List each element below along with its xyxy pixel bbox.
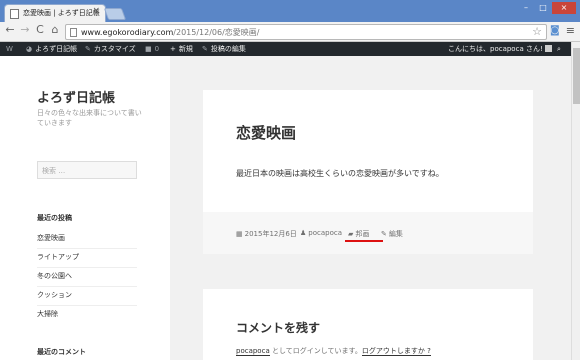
post-author[interactable]: ♟ pocapoca [300,229,342,237]
browser-window: 恋愛映画 | よろず日記帳 × – □ × ← → C ⌂ www.egokor… [0,0,580,360]
list-item[interactable]: 冬の公園へ [37,269,137,287]
post-category-label: 邦画 [355,230,370,238]
home-icon[interactable]: ⌂ [48,23,62,36]
browser-tab[interactable]: 恋愛映画 | よろず日記帳 × [4,4,106,22]
profile-link[interactable]: pocapoca [236,347,270,356]
list-item[interactable]: 恋愛映画 [37,231,137,249]
search-input[interactable]: 検索 … [37,161,137,179]
post-card: 恋愛映画 最近日本の映画は高校生くらいの恋愛映画が多いですね。 ▦ 2015年12… [203,90,533,254]
adminbar-edit-post-label: 投稿の編集 [210,45,246,53]
adminbar-edit-post[interactable]: ✎ 投稿の編集 [202,43,246,55]
wp-admin-bar: W ◕ よろず日記帳 ✎ カスタマイズ ■ 0 + 新規 ✎ 投稿の編集 こんにちは、po… [0,42,571,56]
maximize-button[interactable]: □ [535,2,551,14]
url-path: /2015/12/06/恋愛映画/ [173,28,260,37]
sidebar: よろず日記帳 日々の色々な出来事について書いていきます 検索 … 最近の投稿 恋… [0,56,170,360]
wordpress-logo-icon[interactable]: W [6,43,16,55]
back-icon[interactable]: ← [3,23,17,36]
logged-in-note: pocapoca としてログインしています。ログアウトしますか ? [236,346,431,356]
wp-logo-glyph: W [6,45,13,53]
adminbar-greeting: こんにちは、pocapoca さん! [448,45,543,53]
adminbar-site-name[interactable]: ◕ よろず日記帳 [26,43,77,55]
browser-toolbar: ← → C ⌂ www.egokorodiary.com/2015/12/06/… [0,22,580,42]
post-meta: ▦ 2015年12月6日 ♟ pocapoca ▰ 邦画 ✎ 編集 [203,212,533,254]
browser-menu-icon[interactable]: ≡ [566,24,575,37]
folder-icon: ▰ [348,230,354,238]
url-text: www.egokorodiary.com/2015/12/06/恋愛映画/ [81,27,260,38]
adminbar-customize[interactable]: ✎ カスタマイズ [85,43,136,55]
scrollbar-thumb[interactable] [573,48,580,104]
window-controls: – □ × [518,2,576,14]
highlight-underline [345,240,383,242]
forward-icon[interactable]: → [18,23,32,36]
close-window-button[interactable]: × [552,2,576,14]
adminbar-new[interactable]: + 新規 [170,43,193,55]
dashboard-icon: ◕ [26,45,33,53]
tab-title: 恋愛映画 | よろず日記帳 [23,9,100,17]
url-host: www.egokorodiary.com [81,28,174,37]
recent-comments-title: 最近のコメント [37,348,86,356]
post-author-label: pocapoca [308,229,343,237]
adminbar-comments-count: 0 [154,45,160,53]
page-scrollbar[interactable] [571,42,580,360]
post-body: 最近日本の映画は高校生くらいの恋愛映画が多いですね。 [236,169,444,178]
adminbar-site-name-label: よろず日記帳 [35,45,78,53]
search-placeholder: 検索 … [42,167,66,175]
page-viewport: よろず日記帳 日々の色々な出来事について書いていきます 検索 … 最近の投稿 恋… [0,56,571,360]
post-date-label: 2015年12月6日 [244,230,297,238]
page-icon [10,9,19,19]
site-description: 日々の色々な出来事について書いていきます [37,109,142,127]
adminbar-customize-label: カスタマイズ [93,45,136,53]
plus-icon: + [170,45,176,53]
new-tab-button[interactable] [103,8,127,20]
calendar-icon: ▦ [236,230,243,238]
pencil-icon: ✎ [381,230,387,238]
comments-card: コメントを残す pocapoca としてログインしています。ログアウトしますか … [203,289,533,360]
post-category[interactable]: ▰ 邦画 [348,229,369,239]
logged-in-text: としてログインしています。 [269,347,362,355]
recent-posts-title: 最近の投稿 [37,214,72,222]
adminbar-comments[interactable]: ■ 0 [145,43,159,55]
list-item[interactable]: ライトアップ [37,250,137,268]
comment-bubble-icon: ■ [145,45,152,53]
list-item[interactable]: 大掃除 [37,307,137,325]
comment-form-title: コメントを残す [236,321,321,335]
page-info-icon[interactable] [70,28,77,37]
post-title: 恋愛映画 [236,124,297,142]
adminbar-search-icon[interactable]: ⌕ [557,43,561,55]
bookmark-star-icon[interactable]: ☆ [532,25,542,38]
logout-link[interactable]: ログアウトしますか ? [361,347,431,356]
minimize-button[interactable]: – [518,2,534,14]
post-edit-label: 編集 [388,230,403,238]
address-bar[interactable]: www.egokorodiary.com/2015/12/06/恋愛映画/ ☆ [65,24,547,40]
site-title[interactable]: よろず日記帳 [37,87,115,106]
extension-icon[interactable]: ◙ [550,25,560,36]
list-item[interactable]: クッション [37,288,137,306]
post-edit-link[interactable]: ✎ 編集 [381,229,403,239]
post-date[interactable]: ▦ 2015年12月6日 [236,229,297,239]
recent-posts-list: 恋愛映画 ライトアップ 冬の公園へ クッション 大掃除 [37,231,137,326]
adminbar-account[interactable]: こんにちは、pocapoca さん! [448,43,552,55]
person-icon: ♟ [300,229,307,237]
pencil-icon: ✎ [202,45,208,53]
tab-close-icon[interactable]: × [92,6,100,16]
tab-strip: 恋愛映画 | よろず日記帳 × – □ × [0,0,580,22]
avatar [544,45,552,52]
adminbar-new-label: 新規 [178,45,193,53]
brush-icon: ✎ [85,45,91,53]
reload-icon[interactable]: C [33,23,47,36]
